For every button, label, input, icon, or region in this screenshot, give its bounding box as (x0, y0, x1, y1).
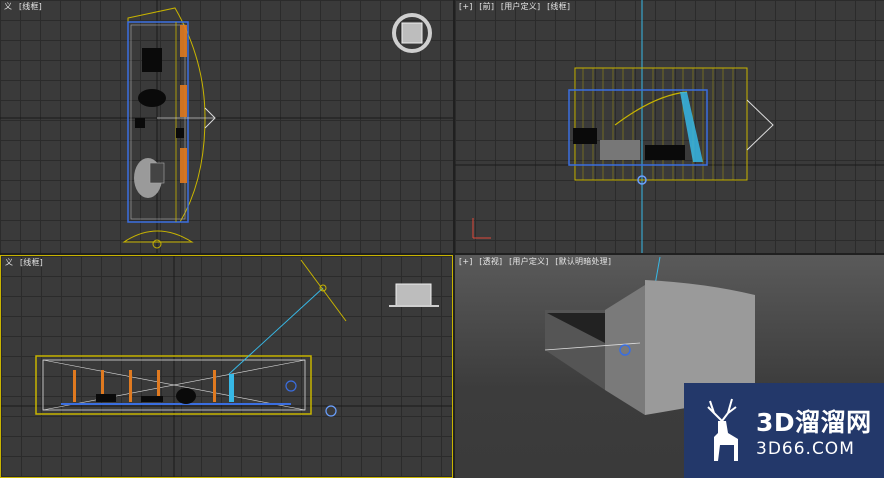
viewport-layout: 义 [线框] [+] [前] [用户定义] [线框] 义 [线框] [+] [透… (0, 0, 884, 478)
left-view-wireframe (1, 256, 452, 477)
watermark-banner: 3D溜溜网 3D66.COM (684, 383, 884, 478)
viewport-menu-label[interactable]: [+] (459, 257, 473, 266)
viewport-front-label[interactable]: [+] [前] [用户定义] [线框] (459, 1, 574, 12)
viewport-front[interactable]: [+] [前] [用户定义] [线框] (455, 0, 884, 253)
viewport-menu-label[interactable]: 义 (5, 258, 13, 267)
watermark-brand: 3D溜溜网 (756, 407, 872, 437)
watermark-domain: 3D66.COM (756, 438, 855, 459)
viewport-menu-label[interactable]: [+] (459, 2, 473, 11)
deer-logo-icon (692, 391, 752, 471)
shading-mode-label[interactable]: [线框] (20, 258, 43, 267)
viewport-menu-label[interactable]: 义 (4, 2, 12, 11)
shading-mode-label[interactable]: [默认明暗处理] (555, 257, 611, 266)
shading-mode-label[interactable]: [线框] (19, 2, 42, 11)
viewport-left-label[interactable]: 义 [线框] (5, 257, 47, 268)
top-view-wireframe (0, 0, 453, 253)
camera-mode-label[interactable]: [用户定义] (501, 2, 540, 11)
view-name-label[interactable]: [前] (479, 2, 494, 11)
viewport-left[interactable]: 义 [线框] (0, 255, 453, 478)
viewport-top[interactable]: 义 [线框] (0, 0, 453, 253)
shading-mode-label[interactable]: [线框] (547, 2, 570, 11)
viewport-perspective-label[interactable]: [+] [透视] [用户定义] [默认明暗处理] (459, 256, 615, 267)
watermark-text: 3D溜溜网 3D66.COM (756, 403, 872, 459)
front-view-wireframe (455, 0, 884, 253)
view-name-label[interactable]: [透视] (479, 257, 502, 266)
camera-mode-label[interactable]: [用户定义] (509, 257, 548, 266)
viewport-top-label[interactable]: 义 [线框] (4, 1, 46, 12)
